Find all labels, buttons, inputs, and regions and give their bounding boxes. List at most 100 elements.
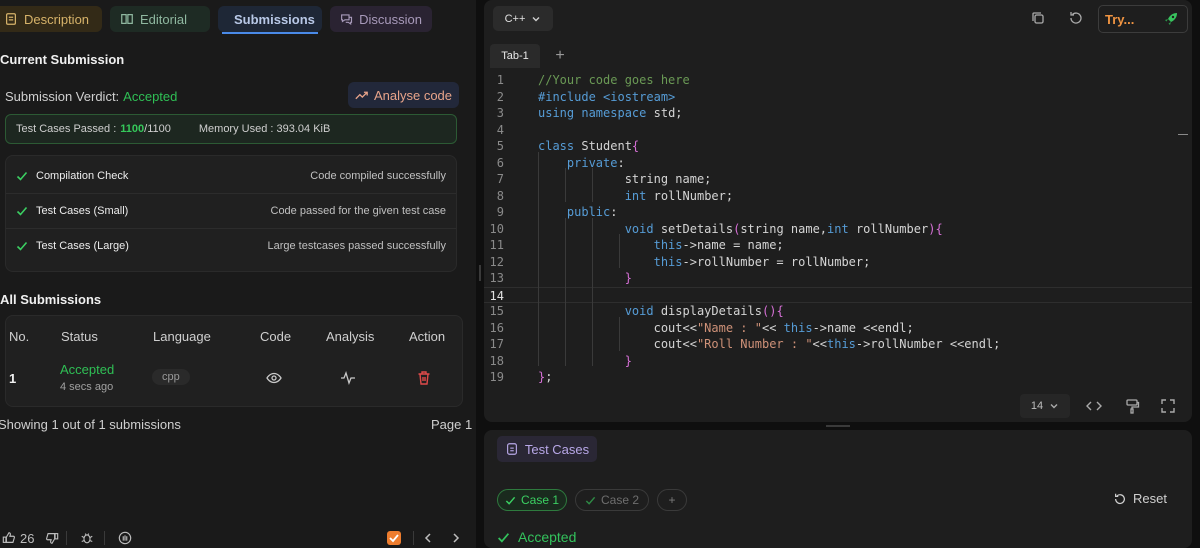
header-analysis: Analysis bbox=[326, 329, 375, 344]
check-message: Code passed for the given test case bbox=[270, 205, 447, 217]
splitter-grip[interactable] bbox=[826, 425, 850, 427]
line-code: } bbox=[624, 353, 632, 368]
line-number: 11 bbox=[489, 238, 504, 252]
font-size-select[interactable]: 14 bbox=[1020, 394, 1070, 418]
footer-divider bbox=[66, 531, 67, 545]
code-line[interactable]: 8 int rollNumber; bbox=[484, 188, 1192, 205]
vertical-splitter[interactable] bbox=[476, 0, 484, 548]
code-line[interactable]: 16 cout<<"Name : "<< this->name <<endl; bbox=[484, 320, 1192, 337]
check-message: Large testcases passed successfully bbox=[267, 240, 446, 252]
trend-icon bbox=[355, 91, 368, 99]
hand-icon[interactable] bbox=[118, 531, 132, 545]
tab-description[interactable]: Description bbox=[0, 6, 102, 32]
row-status[interactable]: Accepted bbox=[60, 362, 114, 377]
add-case-button[interactable]: + bbox=[657, 489, 687, 511]
case-1-button[interactable]: Case 1 bbox=[497, 489, 567, 511]
try-button[interactable]: Try... bbox=[1098, 5, 1188, 33]
code-line[interactable]: 9 public: bbox=[484, 204, 1192, 221]
footer-bar: 26 bbox=[0, 528, 476, 548]
showing-count: Showing 1 out of 1 submissions bbox=[0, 417, 181, 432]
passed-count: 1100 bbox=[120, 123, 145, 135]
code-line[interactable]: 3 using namespace std; bbox=[484, 105, 1192, 122]
test-case-status-label: Accepted bbox=[518, 529, 577, 545]
line-number: 14 bbox=[489, 288, 504, 303]
code-line[interactable]: 1 //Your code goes here bbox=[484, 72, 1192, 89]
line-number: 19 bbox=[489, 370, 504, 384]
trash-icon[interactable] bbox=[417, 370, 431, 386]
line-code: #include <iostream> bbox=[538, 89, 676, 104]
activity-icon[interactable] bbox=[340, 370, 356, 386]
check-icon bbox=[585, 496, 596, 505]
problem-tabs: Description Editorial Submissions Discus… bbox=[0, 6, 476, 32]
test-cases-label: Test Cases bbox=[524, 441, 590, 457]
chat-icon bbox=[341, 14, 353, 26]
thumbs-up-icon[interactable] bbox=[2, 531, 16, 545]
code-line[interactable]: 14 bbox=[484, 286, 1192, 303]
line-number: 2 bbox=[496, 89, 504, 104]
copy-icon[interactable] bbox=[1030, 10, 1046, 26]
header-no: No. bbox=[9, 329, 30, 344]
header-status: Status bbox=[61, 329, 98, 344]
check-row-compilation: Compilation Check Code compiled successf… bbox=[6, 158, 456, 193]
header-action: Action bbox=[409, 329, 446, 344]
test-cases-passed-box: Test Cases Passed : 1100 /1100 Memory Us… bbox=[5, 114, 457, 144]
code-line[interactable]: 10 void setDetails(string name,int rollN… bbox=[484, 221, 1192, 238]
line-code: this->rollNumber = rollNumber; bbox=[653, 254, 871, 269]
add-tab-button[interactable]: + bbox=[550, 44, 570, 68]
code-line[interactable]: 18 } bbox=[484, 353, 1192, 370]
test-cases-tab[interactable]: Test Cases bbox=[497, 436, 597, 462]
splitter-grip[interactable] bbox=[479, 265, 481, 281]
format-brush-icon[interactable] bbox=[1124, 398, 1140, 414]
tab-description-label: Description bbox=[24, 11, 90, 27]
code-line[interactable]: 6 private: bbox=[484, 155, 1192, 172]
code-editor-panel: C++ Try... Tab-1 + 1 //Your code goes her… bbox=[484, 0, 1192, 422]
check-icon bbox=[498, 532, 510, 543]
fullscreen-icon[interactable] bbox=[1160, 398, 1176, 414]
file-tab[interactable]: Tab-1 bbox=[490, 44, 540, 68]
case-2-button[interactable]: Case 2 bbox=[575, 489, 649, 511]
line-code: class Student{ bbox=[538, 139, 640, 153]
horizontal-splitter[interactable] bbox=[484, 422, 1192, 430]
line-code: void setDetails(string name,int rollNumb… bbox=[624, 221, 943, 236]
header-code: Code bbox=[260, 329, 292, 344]
analyse-code-button[interactable]: Analyse code bbox=[348, 82, 459, 108]
thumbs-down-icon[interactable] bbox=[45, 531, 59, 545]
checks-list: Compilation Check Code compiled successf… bbox=[5, 155, 457, 272]
code-brackets-icon[interactable] bbox=[1086, 398, 1102, 414]
reset-label: Reset bbox=[1133, 491, 1167, 506]
analyse-code-label: Analyse code bbox=[373, 87, 453, 103]
language-select[interactable]: C++ bbox=[493, 6, 553, 31]
check-message: Code compiled successfully bbox=[310, 169, 446, 182]
code-line[interactable]: 5 class Student{ bbox=[484, 138, 1192, 155]
code-line[interactable]: 17 cout<<"Roll Number : "<<this->rollNum… bbox=[484, 336, 1192, 353]
footer-divider bbox=[413, 531, 414, 545]
line-code: this->name = name; bbox=[653, 238, 784, 252]
code-line[interactable]: 7 string name; bbox=[484, 171, 1192, 188]
chevron-right-icon[interactable] bbox=[450, 531, 462, 545]
chevron-left-icon[interactable] bbox=[422, 531, 434, 545]
code-line[interactable]: 4 bbox=[484, 122, 1192, 139]
tab-discussion[interactable]: Discussion bbox=[330, 6, 432, 32]
code-line[interactable]: 19}; bbox=[484, 369, 1192, 386]
code-line[interactable]: 2 #include <iostream> bbox=[484, 89, 1192, 106]
line-code: using namespace std; bbox=[538, 106, 683, 120]
line-code: void displayDetails(){ bbox=[624, 304, 784, 318]
line-number: 9 bbox=[496, 205, 504, 219]
reset-icon[interactable] bbox=[1068, 10, 1084, 26]
line-code: }; bbox=[538, 370, 553, 384]
code-line[interactable]: 11 this->name = name; bbox=[484, 237, 1192, 254]
reset-button[interactable]: Reset bbox=[1113, 491, 1167, 506]
tab-editorial[interactable]: Editorial bbox=[110, 6, 210, 32]
passed-total: /1100 bbox=[144, 123, 171, 135]
code-line[interactable]: 12 this->rollNumber = rollNumber; bbox=[484, 254, 1192, 271]
code-line[interactable]: 15 void displayDetails(){ bbox=[484, 303, 1192, 320]
code-line[interactable]: 13 } bbox=[484, 270, 1192, 287]
code-area[interactable]: 1 //Your code goes here 2 #include <iostrea… bbox=[484, 70, 1192, 388]
document-icon bbox=[6, 13, 16, 25]
eye-icon[interactable] bbox=[266, 371, 282, 385]
submissions-table: No. Status Language Code Analysis Action… bbox=[5, 315, 463, 407]
tab-submissions[interactable]: Submissions bbox=[218, 6, 322, 32]
checkbox-icon[interactable] bbox=[387, 531, 401, 545]
right-edge bbox=[1192, 0, 1200, 548]
bug-icon[interactable] bbox=[80, 531, 94, 545]
